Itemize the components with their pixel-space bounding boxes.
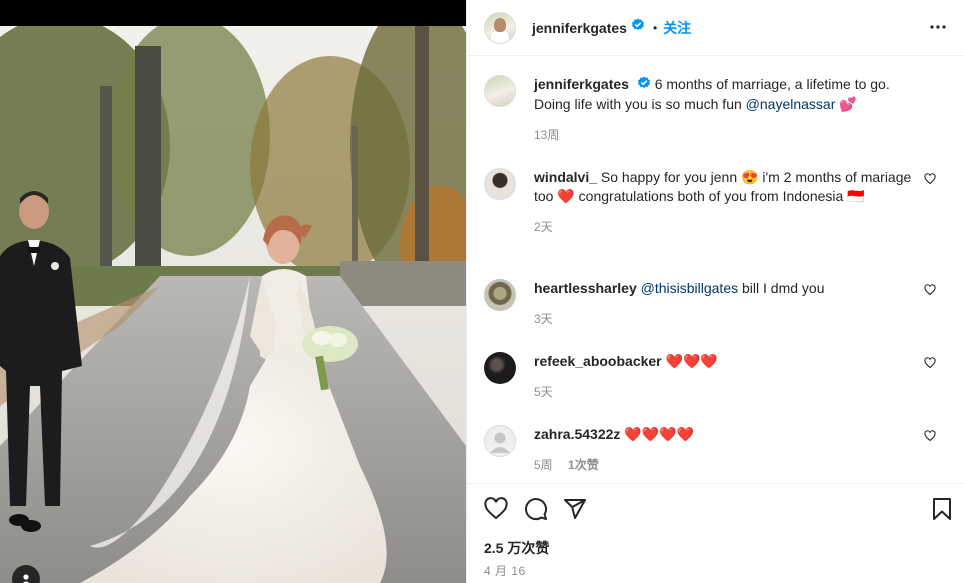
follow-button[interactable]: 关注 [663,18,691,38]
actions-divider [467,483,964,484]
caption-avatar[interactable] [484,75,516,107]
commenter-avatar[interactable] [484,352,516,384]
header-divider [467,55,964,56]
comment-username[interactable]: heartlessharley [534,280,637,296]
comment-icon[interactable] [524,497,548,526]
comment-text-block: refeek_aboobacker ❤️❤️❤️ [534,352,919,371]
caption-username[interactable]: jenniferkgates [534,76,629,92]
commenter-avatar[interactable] [484,168,516,200]
post-photo[interactable] [0,0,466,583]
comment-username[interactable]: windalvi_ [534,169,597,185]
wedding-photo-image [0,26,466,583]
comment-like-heart-icon[interactable] [924,356,936,374]
more-options-icon[interactable] [929,18,947,41]
heart-icon[interactable] [484,497,508,526]
verified-badge-icon [631,18,645,37]
comment-time[interactable]: 5天 [534,385,553,399]
comment-time[interactable]: 2天 [534,220,553,234]
caption-mention[interactable]: @nayelnassar [746,96,836,112]
bookmark-icon[interactable] [930,497,954,526]
comment-text: bill I dmd you [738,280,825,296]
comment-text-block: windalvi_ So happy for you jenn 😍 i'm 2 … [534,168,919,206]
comment-like-heart-icon[interactable] [924,172,936,190]
comment-time[interactable]: 5周 [534,458,553,472]
post-date[interactable]: 4 月 16 [484,562,526,579]
author-avatar[interactable] [484,11,516,44]
header-separator: • [652,20,658,35]
comment-like-heart-icon[interactable] [924,429,936,447]
post-header: jenniferkgates • 关注 [467,0,964,55]
comment-like-heart-icon[interactable] [924,283,936,301]
comment-item: windalvi_ So happy for you jenn 😍 i'm 2 … [484,168,944,235]
post-actions-bar [484,497,954,523]
comment-username[interactable]: zahra.54322z [534,426,620,442]
comment-text: ❤️❤️❤️ [665,353,718,369]
share-icon[interactable] [563,497,587,526]
author-username[interactable]: jenniferkgates [532,20,627,36]
comment-mention[interactable]: @thisisbillgates [641,280,738,296]
commenter-avatar[interactable] [484,279,516,311]
comment-text-block: heartlessharley @thisisbillgates bill I … [534,279,919,298]
comment-text: ❤️❤️❤️❤️ [624,426,695,442]
caption-time[interactable]: 13周 [534,128,559,142]
caption-text-block: jenniferkgates 6 months of marriage, a l… [534,75,919,114]
comment-item: heartlessharley @thisisbillgates bill I … [484,279,944,327]
verified-badge-icon [637,76,651,95]
comment-item: zahra.54322z ❤️❤️❤️❤️ 5周 1次赞 [484,425,944,473]
caption-meta: 13周 [534,126,944,143]
comment-like-count[interactable]: 1次赞 [568,458,599,472]
likes-total[interactable]: 2.5 万次赞 [484,538,549,558]
photo-top-bar [0,0,466,26]
post-details-panel: jenniferkgates • 关注 jenniferkgates 6 mon… [466,0,964,583]
comment-meta: 5天 [534,383,944,400]
comment-username[interactable]: refeek_aboobacker [534,353,662,369]
comment-meta: 3天 [534,310,944,327]
post-caption: jenniferkgates 6 months of marriage, a l… [484,75,944,143]
comment-text-block: zahra.54322z ❤️❤️❤️❤️ [534,425,919,444]
caption-emoji: 💕 [839,95,857,112]
commenter-avatar[interactable] [484,425,516,457]
default-avatar-icon [490,432,510,453]
comment-item: refeek_aboobacker ❤️❤️❤️ 5天 [484,352,944,400]
comment-time[interactable]: 3天 [534,312,553,326]
comment-meta: 5周 1次赞 [534,456,944,473]
comment-meta: 2天 [534,218,944,235]
